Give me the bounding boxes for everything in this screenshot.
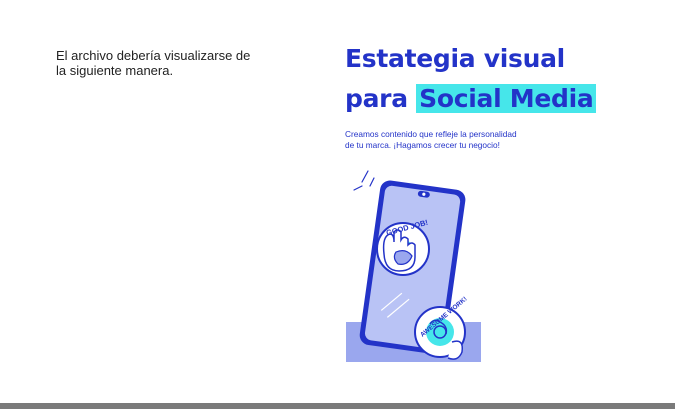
instruction-text: El archivo debería visualizarse de la si… (56, 48, 301, 78)
phone-illustration: GOOD JOB! AWESOME WORK! (346, 170, 481, 362)
document-preview: Estategia visual para Social Media Cream… (340, 36, 600, 366)
title-line-1: Estategia visual (345, 44, 565, 73)
title-highlight: Social Media (416, 84, 597, 113)
preview-subtitle: Creamos contenido que refleje la persona… (345, 129, 595, 151)
subtitle-line-1: Creamos contenido que refleje la persona… (345, 129, 517, 139)
instruction-line-1: El archivo debería visualizarse de (56, 48, 251, 63)
title-line-2: para Social Media (345, 79, 597, 119)
title-prefix: para (345, 84, 417, 113)
bottom-bar (0, 403, 675, 409)
preview-title: Estategia visual para Social Media (345, 39, 597, 119)
subtitle-line-2: de tu marca. ¡Hagamos crecer tu negocio! (345, 140, 500, 150)
instruction-line-2: la siguiente manera. (56, 63, 174, 78)
